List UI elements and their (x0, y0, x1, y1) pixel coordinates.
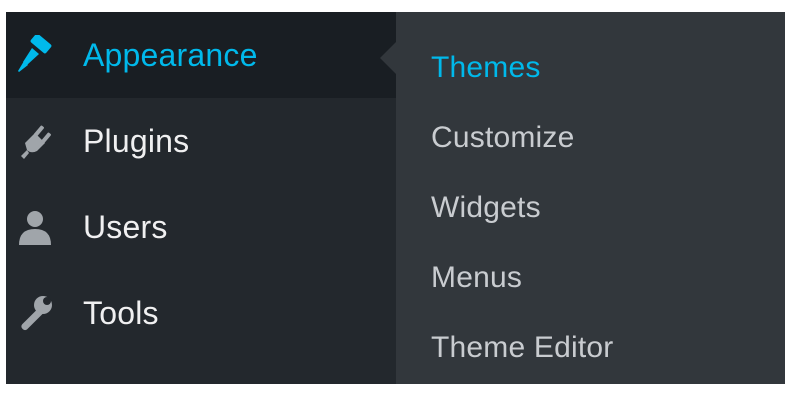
sidebar-item-label: Tools (83, 294, 159, 331)
submenu-item-customize[interactable]: Customize (431, 114, 575, 162)
sidebar-item-appearance[interactable]: Appearance (6, 12, 396, 98)
submenu-item-themes[interactable]: Themes (431, 44, 541, 92)
admin-sidebar: Appearance Plugins Users Tools (6, 12, 396, 384)
submenu-item-theme-editor[interactable]: Theme Editor (431, 324, 613, 372)
submenu-pointer (380, 42, 396, 74)
user-icon (14, 206, 56, 248)
sidebar-item-label: Appearance (83, 36, 258, 73)
sidebar-item-label: Plugins (83, 122, 190, 159)
admin-menu-frame: Appearance Plugins Users Tools Themes Cu… (6, 12, 785, 384)
plug-icon (14, 120, 56, 162)
submenu-item-widgets[interactable]: Widgets (431, 184, 541, 232)
wrench-icon (14, 292, 56, 334)
sidebar-item-partially-visible (6, 356, 396, 384)
submenu-item-menus[interactable]: Menus (431, 254, 522, 302)
paintbrush-icon (14, 34, 56, 76)
sidebar-item-users[interactable]: Users (6, 184, 396, 270)
appearance-submenu: Themes Customize Widgets Menus Theme Edi… (396, 12, 785, 384)
sidebar-item-label: Users (83, 208, 168, 245)
sidebar-item-plugins[interactable]: Plugins (6, 98, 396, 184)
sidebar-item-tools[interactable]: Tools (6, 270, 396, 356)
